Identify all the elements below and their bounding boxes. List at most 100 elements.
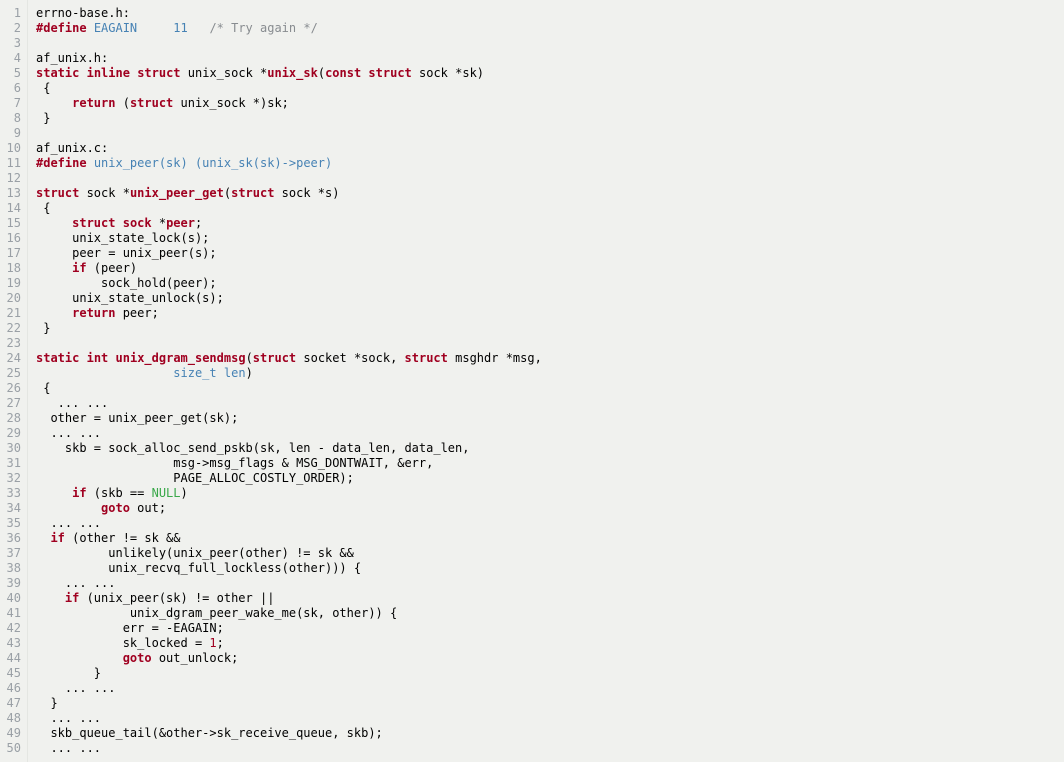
line-number: 25 (0, 366, 27, 381)
code-line[interactable]: ... ... (36, 426, 1064, 441)
code-line[interactable]: unlikely(unix_peer(other) != sk && (36, 546, 1064, 561)
line-number: 37 (0, 546, 27, 561)
code-line[interactable] (36, 36, 1064, 51)
code-token: msg->msg_flags & MSG_DONTWAIT, &err, (36, 456, 433, 470)
code-token: af_unix.h: (36, 51, 108, 65)
line-number: 31 (0, 456, 27, 471)
code-token: ... ... (36, 516, 101, 530)
code-token (36, 261, 72, 275)
code-token: ... ... (36, 681, 115, 695)
line-number: 44 (0, 651, 27, 666)
code-token: unix_peer_get (130, 186, 224, 200)
code-token: out_unlock; (152, 651, 239, 665)
code-line[interactable]: ... ... (36, 396, 1064, 411)
code-line[interactable]: { (36, 201, 1064, 216)
code-token (36, 96, 72, 110)
code-line[interactable]: goto out; (36, 501, 1064, 516)
line-number: 17 (0, 246, 27, 261)
code-line[interactable]: struct sock *peer; (36, 216, 1064, 231)
code-token: int (87, 351, 109, 365)
line-number: 21 (0, 306, 27, 321)
code-line[interactable]: static inline struct unix_sock *unix_sk(… (36, 66, 1064, 81)
code-line[interactable]: } (36, 666, 1064, 681)
code-line[interactable]: skb_queue_tail(&other->sk_receive_queue,… (36, 726, 1064, 741)
code-token: ( (246, 351, 253, 365)
code-line[interactable] (36, 171, 1064, 186)
code-line[interactable] (36, 336, 1064, 351)
code-token: unix_dgram_sendmsg (116, 351, 246, 365)
code-line[interactable]: unix_dgram_peer_wake_me(sk, other)) { (36, 606, 1064, 621)
code-line[interactable]: size_t len) (36, 366, 1064, 381)
line-number: 45 (0, 666, 27, 681)
code-line[interactable]: { (36, 381, 1064, 396)
code-token: errno-base.h: (36, 6, 130, 20)
code-line[interactable]: return (struct unix_sock *)sk; (36, 96, 1064, 111)
code-token: ; (195, 216, 202, 230)
code-token (36, 216, 72, 230)
code-line[interactable]: unix_state_lock(s); (36, 231, 1064, 246)
code-token: goto (101, 501, 130, 515)
code-token: ... ... (36, 741, 101, 755)
code-token: goto (123, 651, 152, 665)
code-token: struct (253, 351, 296, 365)
code-line[interactable]: if (other != sk && (36, 531, 1064, 546)
code-token: struct (405, 351, 448, 365)
code-token (36, 486, 72, 500)
line-number: 26 (0, 381, 27, 396)
code-line[interactable]: return peer; (36, 306, 1064, 321)
code-token: peer (166, 216, 195, 230)
line-number: 5 (0, 66, 27, 81)
code-line[interactable]: errno-base.h: (36, 6, 1064, 21)
code-line[interactable]: static int unix_dgram_sendmsg(struct soc… (36, 351, 1064, 366)
code-token: ( (224, 186, 231, 200)
line-number: 8 (0, 111, 27, 126)
code-line[interactable]: struct sock *unix_peer_get(struct sock *… (36, 186, 1064, 201)
code-token (115, 216, 122, 230)
code-area[interactable]: errno-base.h:#define EAGAIN 11 /* Try ag… (28, 0, 1064, 762)
code-line[interactable]: skb = sock_alloc_send_pskb(sk, len - dat… (36, 441, 1064, 456)
code-line[interactable]: sk_locked = 1; (36, 636, 1064, 651)
code-line[interactable]: { (36, 81, 1064, 96)
code-line[interactable]: } (36, 321, 1064, 336)
code-token (79, 351, 86, 365)
line-number: 38 (0, 561, 27, 576)
code-token: size_t (173, 366, 216, 380)
code-line[interactable]: ... ... (36, 681, 1064, 696)
line-number: 18 (0, 261, 27, 276)
code-token: unix_peer(sk) (unix_sk(sk)->peer) (94, 156, 332, 170)
code-line[interactable]: af_unix.c: (36, 141, 1064, 156)
code-line[interactable]: #define EAGAIN 11 /* Try again */ (36, 21, 1064, 36)
code-line[interactable]: } (36, 696, 1064, 711)
code-line[interactable]: #define unix_peer(sk) (unix_sk(sk)->peer… (36, 156, 1064, 171)
code-line[interactable]: if (unix_peer(sk) != other || (36, 591, 1064, 606)
code-line[interactable]: ... ... (36, 711, 1064, 726)
code-line[interactable]: ... ... (36, 516, 1064, 531)
line-number: 30 (0, 441, 27, 456)
code-line[interactable]: if (skb == NULL) (36, 486, 1064, 501)
code-line[interactable]: other = unix_peer_get(sk); (36, 411, 1064, 426)
code-line[interactable]: af_unix.h: (36, 51, 1064, 66)
code-line[interactable]: } (36, 111, 1064, 126)
code-line[interactable]: ... ... (36, 741, 1064, 756)
code-token: PAGE_ALLOC_COSTLY_ORDER); (36, 471, 354, 485)
code-token: struct (130, 96, 173, 110)
line-number: 10 (0, 141, 27, 156)
code-token: ) (246, 366, 253, 380)
code-line[interactable]: sock_hold(peer); (36, 276, 1064, 291)
code-line[interactable]: msg->msg_flags & MSG_DONTWAIT, &err, (36, 456, 1064, 471)
code-token: af_unix.c: (36, 141, 108, 155)
code-token: skb_queue_tail(&other->sk_receive_queue,… (36, 726, 383, 740)
code-line[interactable]: unix_state_unlock(s); (36, 291, 1064, 306)
code-token: { (36, 201, 50, 215)
code-line[interactable]: PAGE_ALLOC_COSTLY_ORDER); (36, 471, 1064, 486)
code-token: socket *sock, (296, 351, 404, 365)
code-line[interactable]: peer = unix_peer(s); (36, 246, 1064, 261)
code-line[interactable]: ... ... (36, 576, 1064, 591)
code-line[interactable]: goto out_unlock; (36, 651, 1064, 666)
code-line[interactable]: unix_recvq_full_lockless(other))) { (36, 561, 1064, 576)
code-token: } (36, 321, 50, 335)
code-line[interactable] (36, 126, 1064, 141)
code-line[interactable]: err = -EAGAIN; (36, 621, 1064, 636)
code-line[interactable]: if (peer) (36, 261, 1064, 276)
code-token: sock * (79, 186, 130, 200)
